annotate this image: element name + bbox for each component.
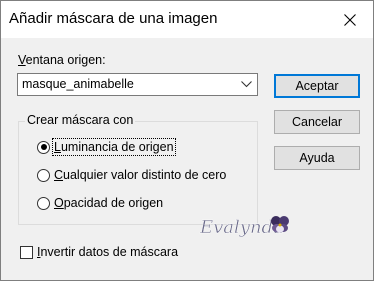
radio-any-nonzero-label: Cualquier valor distinto de cero [54,168,227,182]
close-button[interactable] [327,1,373,38]
radio-button[interactable] [37,168,50,182]
invert-mask-checkbox-row[interactable]: Invertir datos de máscara [20,245,178,259]
source-window-select[interactable]: masque_animabelle [17,73,258,96]
invert-mask-checkbox[interactable] [20,245,33,259]
source-window-label: Ventana origen: [18,53,106,67]
radio-opacity[interactable]: Opacidad de origen [37,196,163,210]
ok-button[interactable]: Aceptar [274,74,360,98]
invert-mask-label: Invertir datos de máscara [37,245,179,259]
radio-button[interactable] [37,196,50,210]
pansy-flower-icon [271,216,289,233]
radio-opacity-label: Opacidad de origen [54,196,164,210]
evalynda-watermark: Evalynda [199,216,289,238]
radio-luminance[interactable]: Luminancia de origen [37,138,176,156]
group-legend: Crear máscara con [25,113,136,127]
radio-luminance-label: Luminancia de origen [52,138,176,156]
dialog-title: Añadir máscara de una imagen [9,10,218,27]
source-window-value: masque_animabelle [22,77,134,91]
radio-any-nonzero[interactable]: Cualquier valor distinto de cero [37,168,226,182]
title-bar: Añadir máscara de una imagen [1,1,373,38]
radio-button-checked[interactable] [37,140,50,154]
chevron-down-icon [241,81,252,88]
close-icon [344,13,356,26]
help-button[interactable]: Ayuda [274,146,360,170]
cancel-button[interactable]: Cancelar [274,110,360,134]
add-mask-dialog: Añadir máscara de una imagen Ventana ori… [0,0,374,281]
